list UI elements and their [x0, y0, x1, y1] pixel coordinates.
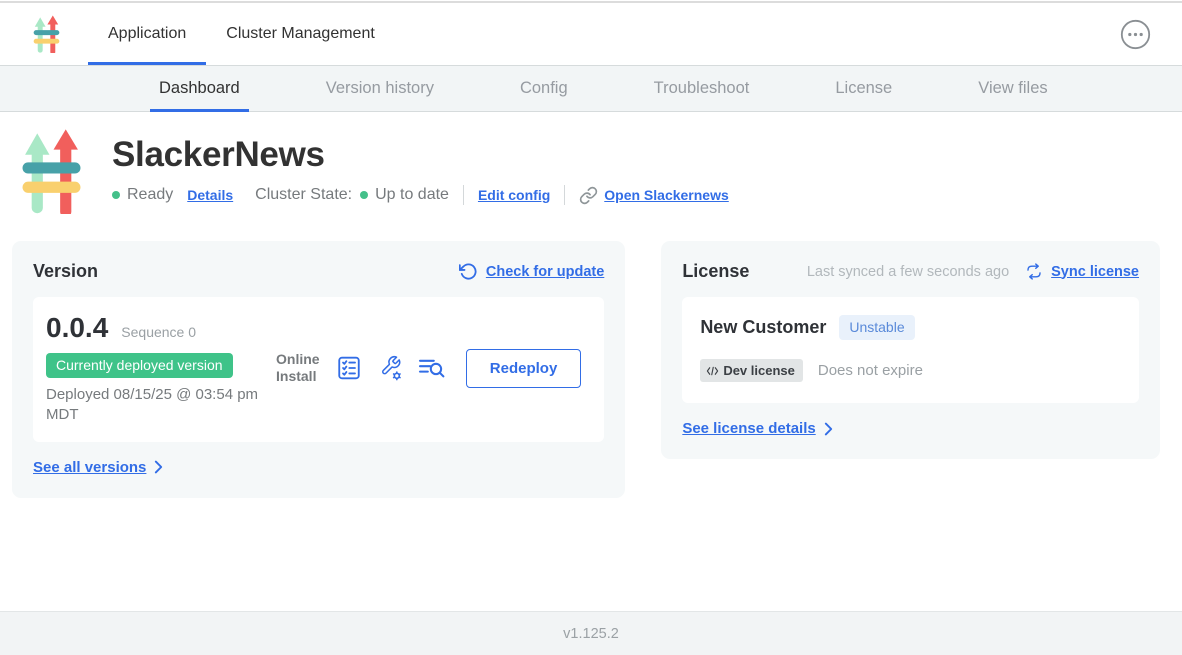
- preflight-checks-button[interactable]: [336, 355, 362, 381]
- open-app-link-group[interactable]: Open Slackernews: [579, 186, 729, 205]
- see-license-details-group[interactable]: See license details: [682, 420, 1139, 437]
- status-divider: [463, 185, 464, 205]
- check-for-update-group[interactable]: Check for update: [459, 262, 604, 281]
- open-slackernews-link[interactable]: Open Slackernews: [604, 187, 729, 203]
- app-header: Application Cluster Management: [0, 3, 1182, 65]
- slackernews-logo-large-icon: [21, 128, 82, 214]
- subnav-dashboard[interactable]: Dashboard: [150, 66, 249, 111]
- subnav-license[interactable]: License: [826, 66, 901, 111]
- view-logs-button[interactable]: [418, 356, 446, 380]
- dashboard-cards: Version Check for update 0.0.4 Sequence …: [0, 214, 1182, 498]
- deployed-timestamp: Deployed 08/15/25 @ 03:54 pm MDT: [46, 385, 271, 425]
- version-card: Version Check for update 0.0.4 Sequence …: [12, 241, 625, 498]
- check-for-update-link[interactable]: Check for update: [486, 264, 604, 280]
- currently-deployed-badge: Currently deployed version: [46, 353, 233, 378]
- sync-license-group[interactable]: Sync license: [1025, 263, 1139, 280]
- chevron-right-icon: [154, 460, 163, 474]
- console-footer: v1.125.2: [0, 611, 1182, 655]
- install-type-label: Online Install: [276, 351, 321, 386]
- sync-arrows-icon: [1025, 263, 1043, 280]
- see-all-versions-group[interactable]: See all versions: [33, 459, 604, 476]
- license-panel: New Customer Unstable Dev license Does n…: [682, 297, 1139, 403]
- current-version-panel: 0.0.4 Sequence 0 Currently deployed vers…: [33, 297, 604, 442]
- status-divider: [564, 185, 565, 205]
- redeploy-button[interactable]: Redeploy: [466, 349, 582, 388]
- tab-application[interactable]: Application: [88, 3, 206, 65]
- status-details-link[interactable]: Details: [187, 187, 233, 203]
- code-icon: [706, 366, 719, 376]
- refresh-icon: [459, 262, 478, 281]
- version-number: 0.0.4: [46, 312, 108, 344]
- app-status-row: Ready Details Cluster State: Up to date …: [112, 185, 729, 205]
- logs-search-icon: [418, 356, 446, 380]
- license-card: License Last synced a few seconds ago Sy…: [661, 241, 1160, 459]
- app-subnav: Dashboard Version history Config Trouble…: [0, 65, 1182, 112]
- license-type-badge: Dev license: [700, 359, 803, 382]
- console-version: v1.125.2: [563, 626, 619, 642]
- edit-config-button[interactable]: [377, 355, 403, 381]
- wrench-gear-icon: [377, 355, 403, 381]
- cluster-state-label: Cluster State:: [255, 186, 352, 204]
- subnav-version-history[interactable]: Version history: [317, 66, 443, 111]
- sync-license-link[interactable]: Sync license: [1051, 264, 1139, 280]
- checklist-icon: [336, 355, 362, 381]
- see-all-versions-link[interactable]: See all versions: [33, 459, 146, 476]
- last-synced-label: Last synced a few seconds ago: [807, 264, 1009, 280]
- overflow-menu-button[interactable]: [1120, 18, 1152, 50]
- page-title: SlackerNews: [112, 135, 729, 175]
- header-tabs: Application Cluster Management: [88, 3, 395, 65]
- app-ready-status-dot: [112, 191, 120, 199]
- chevron-right-icon: [824, 422, 833, 436]
- customer-name: New Customer: [700, 317, 826, 338]
- license-type-label: Dev license: [723, 363, 795, 378]
- subnav-troubleshoot[interactable]: Troubleshoot: [645, 66, 759, 111]
- dashboard-main: SlackerNews Ready Details Cluster State:…: [0, 112, 1182, 498]
- subnav-config[interactable]: Config: [511, 66, 577, 111]
- link-icon: [579, 186, 598, 205]
- tab-cluster-management[interactable]: Cluster Management: [206, 3, 395, 65]
- slackernews-logo-icon: [33, 15, 60, 53]
- channel-badge: Unstable: [839, 315, 914, 340]
- cluster-state-value: Up to date: [375, 186, 449, 204]
- app-ready-status-label: Ready: [127, 186, 173, 204]
- cluster-state-dot: [360, 191, 368, 199]
- license-expiration: Does not expire: [818, 362, 923, 379]
- subnav-view-files[interactable]: View files: [969, 66, 1056, 111]
- license-card-title: License: [682, 261, 749, 282]
- see-license-details-link[interactable]: See license details: [682, 420, 815, 437]
- ellipsis-circle-icon: [1120, 19, 1151, 50]
- version-card-title: Version: [33, 261, 98, 282]
- version-sequence: Sequence 0: [121, 324, 196, 340]
- app-hero: SlackerNews Ready Details Cluster State:…: [0, 112, 1182, 214]
- edit-config-link[interactable]: Edit config: [478, 187, 550, 203]
